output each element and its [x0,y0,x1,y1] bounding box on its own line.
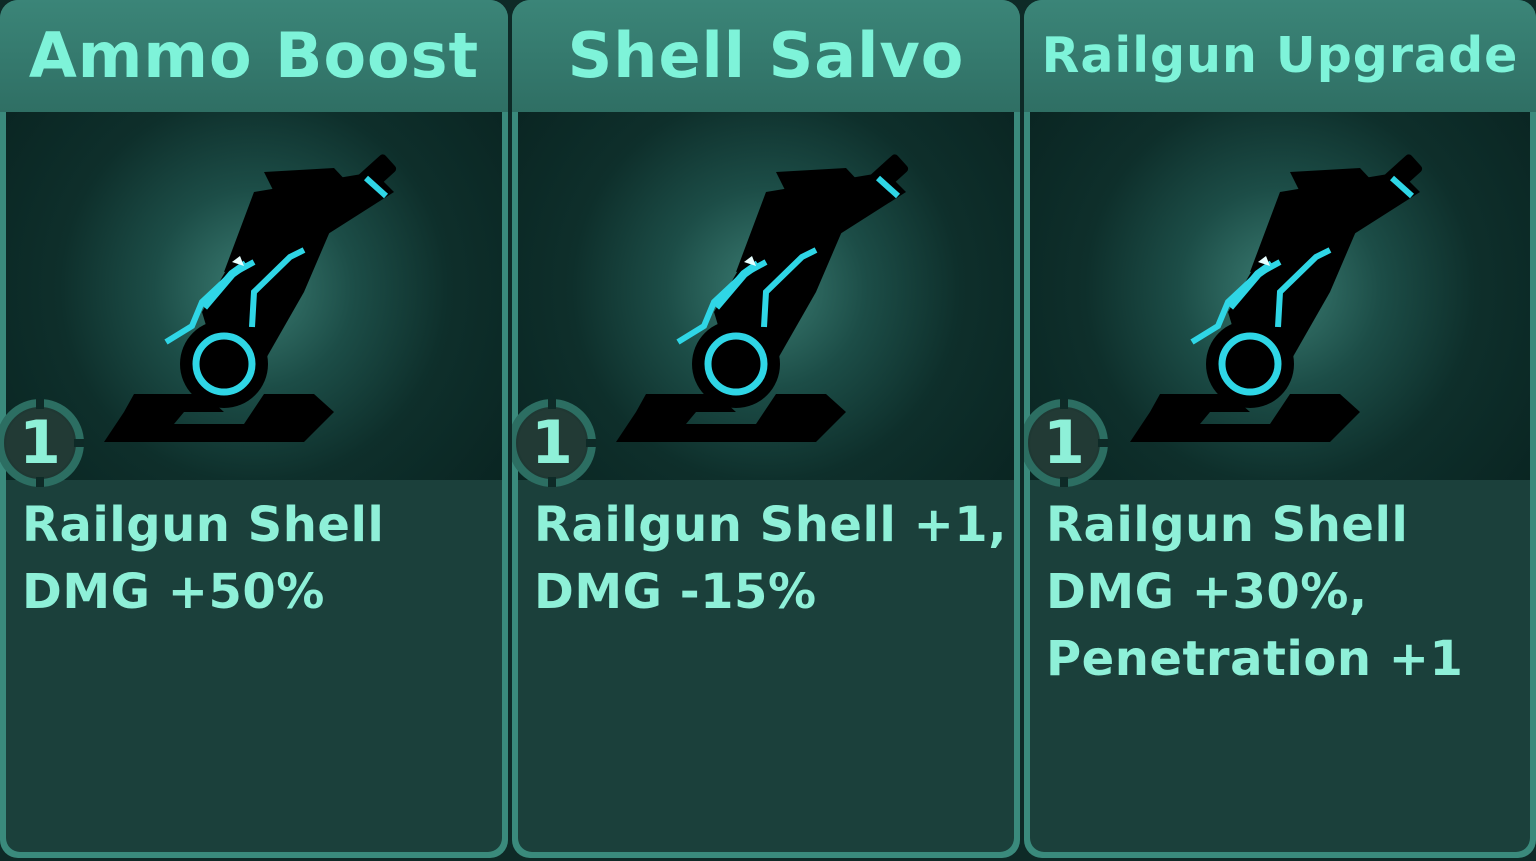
description-line: DMG +50% [22,564,325,620]
upgrade-card-ammo-boost[interactable]: Ammo Boost 1 Railgun Shell DMG +50% [0,0,508,858]
railgun-cannon-icon [1130,154,1423,442]
card-description: Railgun Shell +1, DMG -15% [534,492,1007,626]
card-title: Shell Salvo [512,0,1020,112]
card-description: Railgun Shell DMG +50% [22,492,488,626]
level-number: 1 [1043,408,1085,478]
railgun-cannon-icon [616,154,909,442]
description-line: Penetration +1 [1046,631,1464,687]
upgrade-card-list: Ammo Boost 1 Railgun Shell DMG +50% Shel… [0,0,1536,861]
description-line: Railgun Shell [1046,497,1409,553]
level-badge: 1 [512,397,598,489]
description-line: DMG -15% [534,564,817,620]
upgrade-card-railgun-upgrade[interactable]: Railgun Upgrade 1 Railgun Shell DMG +30%… [1024,0,1536,858]
level-number: 1 [531,408,573,478]
level-badge: 1 [1024,397,1110,489]
upgrade-card-shell-salvo[interactable]: Shell Salvo 1 Railgun Shell +1, DMG -15% [512,0,1020,858]
level-badge: 1 [0,397,86,489]
description-line: Railgun Shell [22,497,385,553]
level-number: 1 [19,408,61,478]
card-title: Railgun Upgrade [1024,0,1536,112]
card-description: Railgun Shell DMG +30%, Penetration +1 [1046,492,1516,693]
description-line: Railgun Shell +1, [534,497,1007,553]
card-title: Ammo Boost [0,0,508,112]
railgun-cannon-icon [104,154,397,442]
description-line: DMG +30%, [1046,564,1368,620]
